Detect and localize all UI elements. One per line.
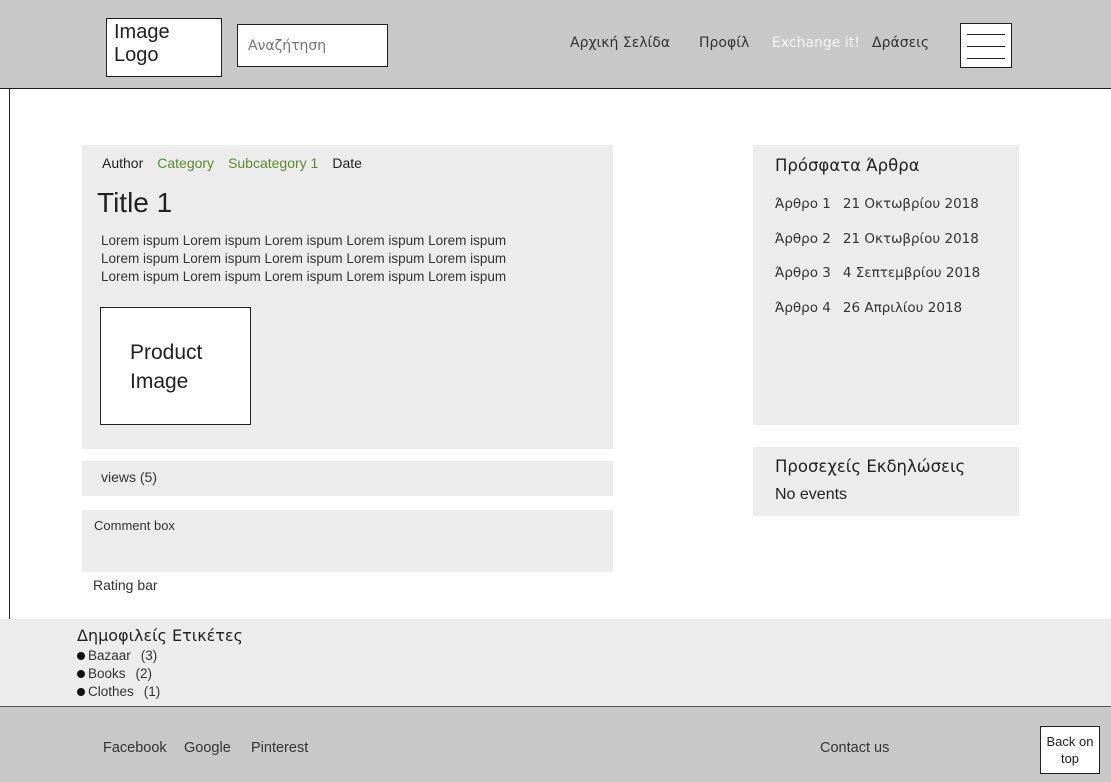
recent-article-date: 21 Οκτωβρίου 2018 — [842, 231, 979, 247]
tag-item[interactable]: Books (2) — [77, 666, 152, 681]
site-logo[interactable]: Image Logo — [106, 18, 222, 77]
tag-count: (1) — [143, 684, 161, 699]
post-category[interactable]: Category — [157, 155, 214, 171]
recent-article-item[interactable]: Άρθρο 2 21 Οκτωβρίου 2018 — [775, 231, 979, 247]
post-date: Date — [332, 155, 362, 171]
product-image-placeholder: Product Image — [100, 307, 251, 425]
recent-article-item[interactable]: Άρθρο 1 21 Οκτωβρίου 2018 — [775, 196, 979, 212]
recent-article-date: 21 Οκτωβρίου 2018 — [842, 196, 979, 212]
recent-article-date: 4 Σεπτεμβρίου 2018 — [842, 265, 981, 281]
views-panel — [82, 461, 613, 496]
hamburger-menu-icon[interactable] — [960, 23, 1012, 68]
recent-articles-title: Πρόσφατα Άρθρα — [775, 156, 920, 175]
footer-contact-link[interactable]: Contact us — [820, 740, 889, 756]
tag-name[interactable]: Books — [88, 666, 126, 681]
rating-bar[interactable]: Rating bar — [93, 577, 158, 593]
tag-name[interactable]: Bazaar — [88, 648, 131, 663]
recent-article-title[interactable]: Άρθρο 2 — [775, 231, 831, 247]
post-body: Lorem ispum Lorem ispum Lorem ispum Lore… — [101, 233, 507, 284]
nav-actions[interactable]: Δράσεις — [872, 35, 929, 51]
back-to-top-button[interactable]: Back on top — [1040, 726, 1100, 774]
tag-count: (2) — [135, 666, 153, 681]
tag-count: (3) — [140, 648, 158, 663]
recent-articles-panel — [753, 145, 1019, 425]
bullet-icon — [77, 652, 85, 661]
recent-article-title[interactable]: Άρθρο 4 — [775, 300, 831, 316]
search-input[interactable] — [237, 24, 388, 67]
recent-article-item[interactable]: Άρθρο 3 4 Σεπτεμβρίου 2018 — [775, 265, 980, 281]
post-title: Title 1 — [97, 187, 173, 218]
tag-item[interactable]: Bazaar (3) — [77, 648, 157, 663]
post-author[interactable]: Author — [102, 155, 143, 171]
tag-name[interactable]: Clothes — [88, 684, 134, 699]
events-title: Προσεχείς Εκδηλώσεις — [775, 457, 966, 476]
post-subcategory[interactable]: Subcategory 1 — [228, 155, 318, 171]
nav-profile[interactable]: Προφίλ — [699, 35, 749, 51]
events-empty-text: No events — [775, 486, 848, 503]
popular-tags-title: Δημοφιλείς Ετικέτες — [77, 626, 243, 645]
footer-link-pinterest[interactable]: Pinterest — [251, 740, 308, 756]
bullet-icon — [77, 688, 85, 697]
recent-article-date: 26 Απριλίου 2018 — [842, 300, 963, 316]
post-meta: Author Category Subcategory 1 Date — [102, 155, 376, 171]
recent-article-title[interactable]: Άρθρο 3 — [775, 265, 831, 281]
comment-box-label: Comment box — [94, 518, 175, 533]
nav-home[interactable]: Αρχική Σελίδα — [570, 35, 670, 51]
footer-link-facebook[interactable]: Facebook — [103, 740, 167, 756]
recent-article-item[interactable]: Άρθρο 4 26 Απριλίου 2018 — [775, 300, 962, 316]
views-count: views (5) — [101, 469, 158, 485]
bullet-icon — [77, 670, 85, 679]
nav-exchange[interactable]: Exchange it! — [772, 35, 860, 51]
tag-item[interactable]: Clothes (1) — [77, 684, 160, 699]
content-left-border — [9, 89, 10, 619]
recent-article-title[interactable]: Άρθρο 1 — [775, 196, 831, 212]
footer-link-google[interactable]: Google — [184, 740, 231, 756]
